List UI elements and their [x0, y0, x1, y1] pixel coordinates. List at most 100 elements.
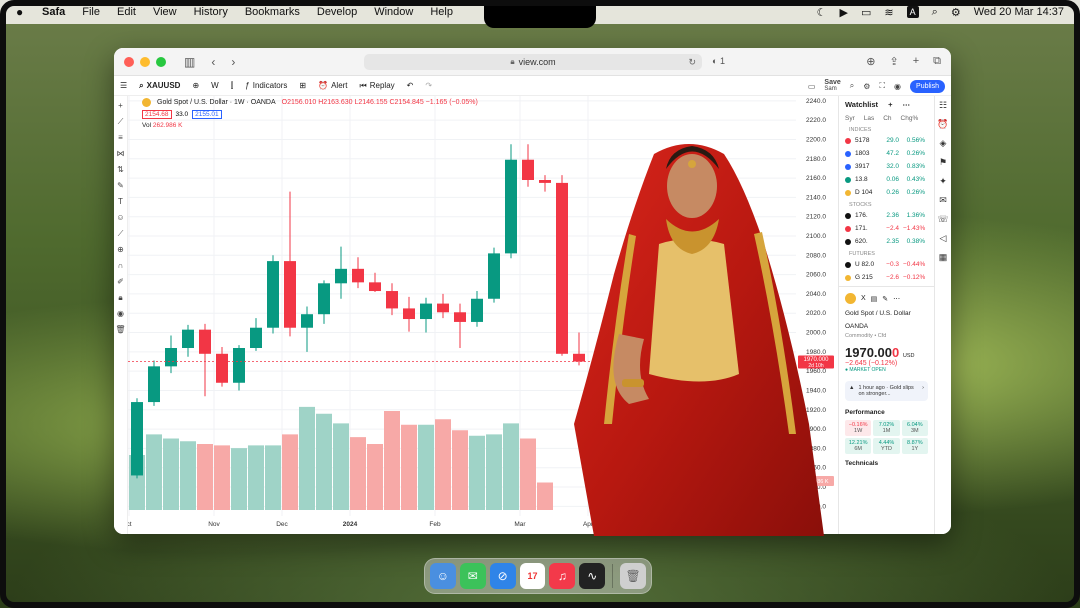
trendline-icon[interactable]: ⟋: [118, 116, 124, 128]
hotlist-icon[interactable]: ⚑: [939, 157, 947, 168]
menu-history[interactable]: History: [194, 6, 228, 18]
emoji-icon[interactable]: ☺: [116, 212, 124, 224]
menu-bookmarks[interactable]: Bookmarks: [245, 6, 300, 18]
templates-icon[interactable]: ⊞: [299, 81, 306, 90]
tab-overview-icon[interactable]: ⧉: [933, 55, 941, 68]
text-icon[interactable]: T: [118, 196, 123, 208]
technicals-title[interactable]: Technicals: [845, 460, 928, 467]
search-icon[interactable]: ⌕: [932, 6, 938, 19]
chart-type-icon[interactable]: ⫿: [231, 81, 234, 91]
watchlist-row[interactable]: 620. 2.35 0.38%: [839, 235, 934, 248]
sell-price[interactable]: 2154.68: [142, 110, 172, 119]
trash-icon[interactable]: 🗑︎: [620, 563, 647, 589]
watchlist-row[interactable]: 1803 47.2 0.26%: [839, 147, 934, 160]
watchlist-section-futures[interactable]: FUTURES: [839, 248, 934, 258]
magnet-icon[interactable]: ∩: [118, 260, 124, 272]
support-icon[interactable]: ☏: [937, 214, 948, 225]
col-symbol[interactable]: Syr: [845, 115, 855, 122]
reload-icon[interactable]: ↻: [688, 57, 696, 68]
compare-icon[interactable]: ⊕: [192, 81, 199, 90]
col-last[interactable]: Las: [864, 115, 874, 122]
address-bar[interactable]: 🔒︎ view.com ↻: [364, 54, 702, 70]
messages-icon[interactable]: ✉: [459, 563, 486, 589]
zoom-icon[interactable]: ⊕: [117, 244, 124, 256]
more-icon[interactable]: ⋯: [902, 100, 910, 109]
input-source-badge[interactable]: A: [906, 6, 919, 18]
col-change[interactable]: Ch: [883, 115, 891, 122]
buy-price[interactable]: 2155.01: [192, 110, 222, 119]
alert-button[interactable]: ⏰ Alert: [318, 81, 347, 90]
watchlist-row[interactable]: U 82.0 −0.3 −0.44%: [839, 258, 934, 271]
ruler-icon[interactable]: ⟋: [118, 228, 124, 240]
calendar-app-icon[interactable]: 17: [519, 563, 546, 589]
watchlist-section-stocks[interactable]: STOCKS: [839, 199, 934, 209]
stocks-icon[interactable]: ∿: [579, 563, 606, 589]
news-item[interactable]: ▲ 1 hour ago · Gold slips on stronger...…: [845, 381, 928, 401]
watchlist-row[interactable]: 171. −2.4 −1.43%: [839, 222, 934, 235]
trash-icon[interactable]: 🗑︎: [115, 324, 125, 336]
play-icon[interactable]: ▶: [840, 6, 848, 19]
pattern-icon[interactable]: ⋈: [117, 148, 125, 160]
back-icon[interactable]: ‹: [211, 55, 215, 69]
crosshair-icon[interactable]: +: [118, 100, 123, 112]
menu-clock[interactable]: Wed 20 Mar 14:37: [974, 6, 1064, 18]
watchlist-row[interactable]: D 104 0.26 0.26%: [839, 186, 934, 199]
safari-icon[interactable]: ⊘: [489, 563, 516, 589]
broadcast-icon[interactable]: ◁: [940, 233, 947, 244]
add-symbol-icon[interactable]: +: [888, 100, 892, 109]
menu-icon[interactable]: ☰: [120, 81, 127, 90]
publish-button[interactable]: Publish: [910, 79, 945, 93]
col-change-pct[interactable]: Chg%: [901, 115, 919, 122]
watchlist-icon[interactable]: ☷: [939, 100, 947, 111]
menu-develop[interactable]: Develop: [317, 6, 357, 18]
hide-icon[interactable]: ◉: [117, 308, 124, 320]
fullscreen-icon[interactable]: ⛶: [879, 81, 885, 91]
undo-icon[interactable]: ↶: [407, 81, 414, 90]
watchlist-row[interactable]: G 215 −2.6 −0.12%: [839, 271, 934, 284]
menu-file[interactable]: File: [82, 6, 100, 18]
redo-icon[interactable]: ↷: [425, 81, 432, 90]
watchlist-section-indices[interactable]: INDICES: [839, 124, 934, 134]
fib-icon[interactable]: ≡: [118, 132, 123, 144]
apple-icon[interactable]: ●: [16, 5, 30, 19]
indicators-button[interactable]: ƒ Indicators: [245, 81, 287, 90]
chat-icon[interactable]: ✉: [939, 195, 947, 206]
brush-icon[interactable]: ✎: [117, 180, 124, 192]
watchlist-row[interactable]: 5178 29.0 0.56%: [839, 134, 934, 147]
sidebar-toggle-icon[interactable]: ▥: [184, 55, 195, 69]
detail-more-icon[interactable]: ⋯: [893, 295, 900, 303]
new-tab-icon[interactable]: +: [913, 55, 919, 68]
finder-icon[interactable]: ☺: [430, 563, 456, 589]
calendar-icon[interactable]: ▦: [939, 252, 948, 263]
quick-search-icon[interactable]: ⌕: [850, 81, 854, 91]
minimize-button[interactable]: [140, 56, 150, 67]
menu-help[interactable]: Help: [430, 6, 453, 18]
music-icon[interactable]: ♫: [549, 563, 576, 589]
replay-button[interactable]: ⏮ Replay: [360, 81, 395, 91]
snapshot-icon[interactable]: ◉: [894, 82, 901, 91]
close-button[interactable]: [124, 56, 134, 67]
detail-edit-icon[interactable]: ✎: [882, 295, 888, 303]
layout-icon[interactable]: ▭: [808, 82, 816, 91]
symbol-search[interactable]: ⌕ XAUUSD: [139, 81, 180, 91]
prediction-icon[interactable]: ⇅: [117, 164, 124, 176]
watchlist-row[interactable]: 176. 2.36 1.36%: [839, 209, 934, 222]
watchlist-row[interactable]: 13.8 0.06 0.43%: [839, 173, 934, 186]
menu-edit[interactable]: Edit: [117, 6, 136, 18]
battery-icon[interactable]: ▭: [861, 6, 871, 19]
download-icon[interactable]: ⊕: [866, 55, 875, 68]
menu-app-name[interactable]: Safa: [42, 6, 65, 18]
focus-moon-icon[interactable]: ☾: [817, 6, 827, 19]
save-button[interactable]: Save Sam: [824, 79, 840, 93]
share-icon[interactable]: ⇪: [889, 55, 898, 68]
layers-icon[interactable]: ◈: [940, 138, 947, 149]
zoom-button[interactable]: [156, 56, 166, 67]
wifi-icon[interactable]: ≋: [884, 6, 893, 19]
tab-count[interactable]: ◐ 1: [712, 56, 725, 66]
control-center-icon[interactable]: ⚙: [951, 6, 961, 19]
settings-icon[interactable]: ⚙: [863, 82, 870, 91]
watchlist-row[interactable]: 3917 32.0 0.83%: [839, 160, 934, 173]
detail-chart-icon[interactable]: ▤: [871, 295, 878, 303]
lock-drawings-icon[interactable]: 🔒︎: [118, 292, 122, 304]
alerts-clock-icon[interactable]: ⏰: [937, 119, 948, 130]
